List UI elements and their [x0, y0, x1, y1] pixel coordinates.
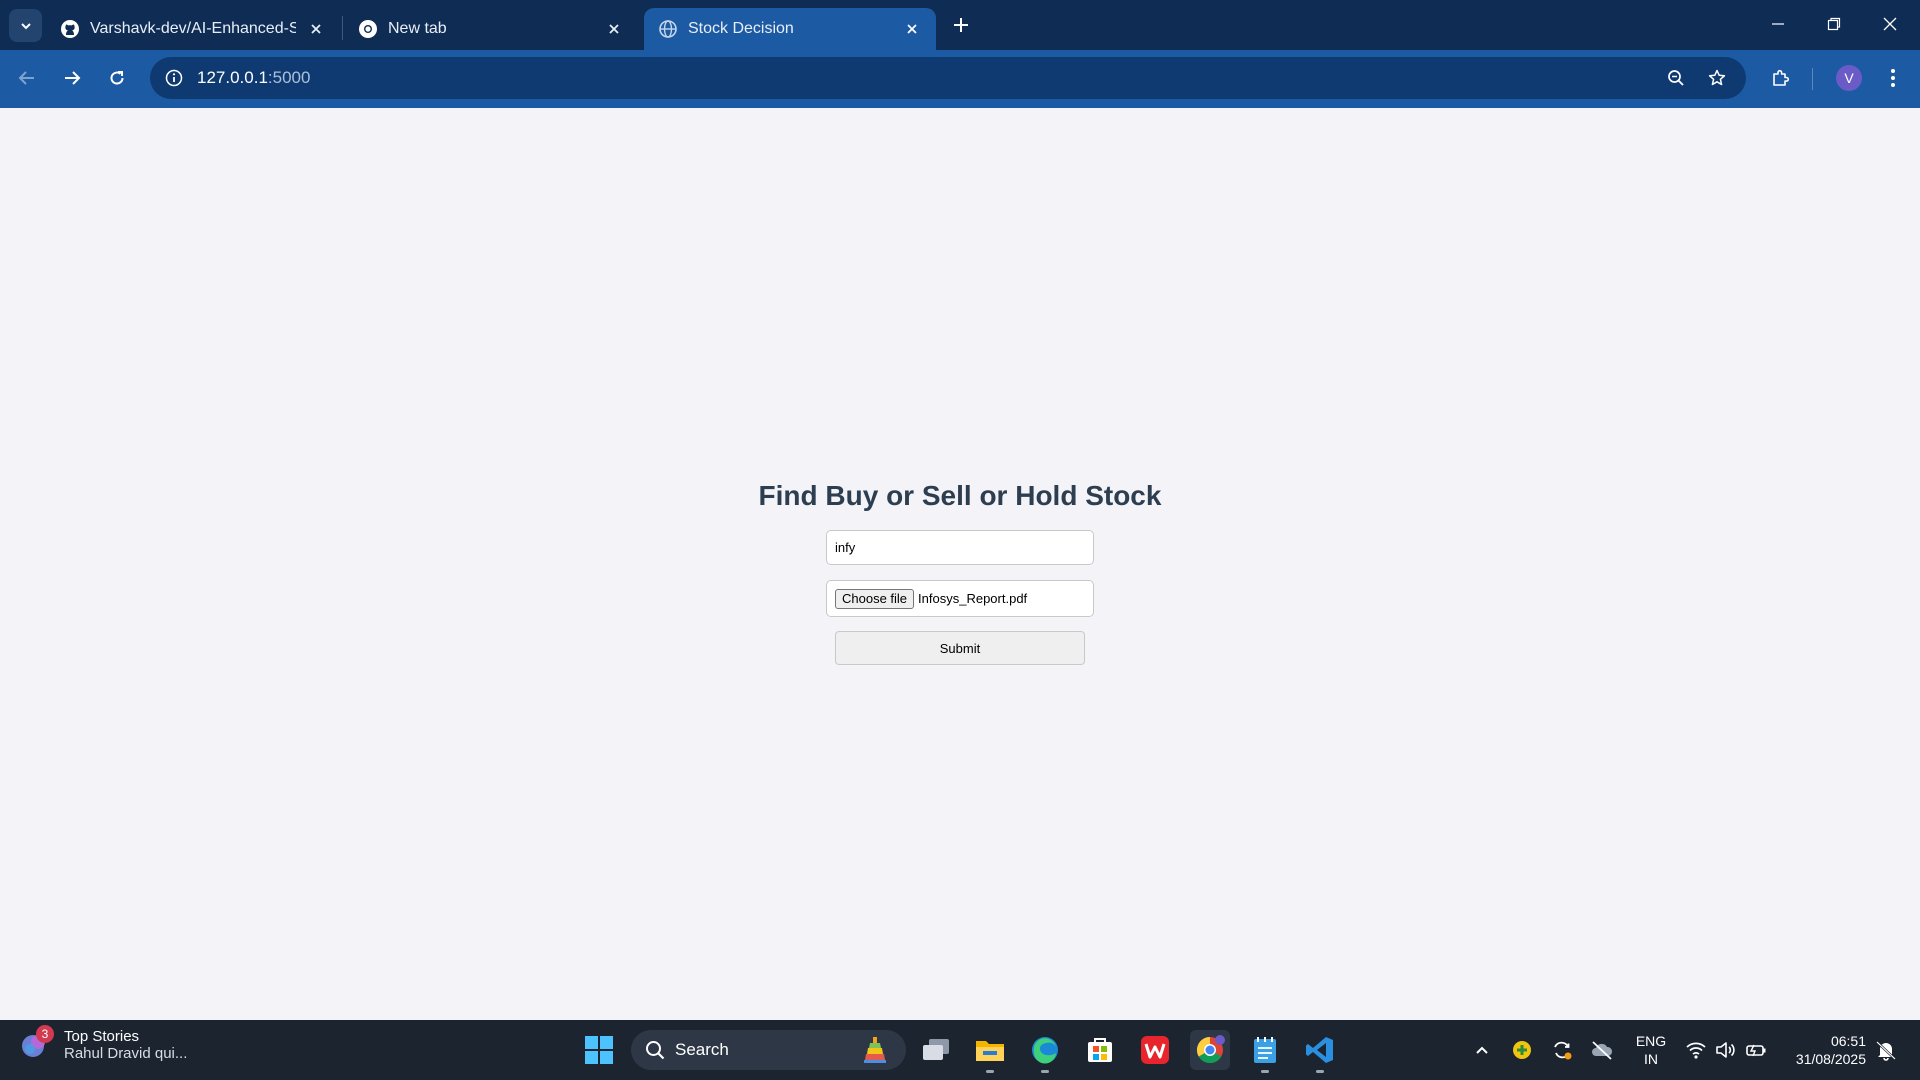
tab-stock-decision[interactable]: Stock Decision — [644, 8, 936, 50]
microsoft-store-button[interactable] — [1080, 1030, 1120, 1070]
tab-new-tab[interactable]: New tab — [344, 8, 638, 50]
language-code: ENG — [1635, 1033, 1667, 1049]
site-info-icon[interactable] — [160, 64, 188, 92]
tab-title: Varshavk-dev/AI-Enhanced-Stock — [90, 20, 296, 37]
minimize-button[interactable] — [1750, 0, 1806, 48]
browser-toolbar: 127.0.0.1:5000 V — [0, 50, 1920, 108]
region-code: IN — [1644, 1051, 1658, 1067]
search-label: Search — [675, 1040, 729, 1059]
vs-code-button[interactable] — [1300, 1030, 1340, 1073]
tab-separator — [342, 16, 343, 40]
tab-title: New tab — [388, 20, 447, 37]
reload-icon — [110, 71, 124, 85]
search-icon — [646, 1041, 665, 1060]
menu-button[interactable] — [1876, 61, 1910, 95]
windows-logo-icon — [585, 1036, 613, 1064]
chrome-icon — [1196, 1035, 1225, 1064]
forward-arrow-icon — [65, 71, 81, 85]
back-arrow-icon — [18, 71, 34, 85]
task-view-button[interactable] — [916, 1030, 956, 1070]
page-content: Find Buy or Sell or Hold Stock Choose fi… — [0, 108, 1920, 1020]
restore-button[interactable] — [1806, 0, 1862, 48]
address-bar[interactable]: 127.0.0.1:5000 — [150, 57, 1746, 99]
show-hidden-icons-button[interactable] — [1470, 1038, 1494, 1062]
toolbar-separator — [1812, 68, 1813, 90]
globe-icon — [658, 19, 678, 39]
reload-button[interactable] — [100, 61, 134, 95]
profile-avatar[interactable]: V — [1836, 65, 1862, 91]
vscode-icon — [1306, 1037, 1333, 1063]
task-view-icon — [923, 1039, 949, 1060]
chrome-icon — [358, 19, 378, 39]
report-file-input[interactable]: Choose file Infosys_Report.pdf — [826, 580, 1094, 617]
choose-file-button[interactable]: Choose file — [835, 588, 915, 609]
start-button[interactable] — [579, 1030, 619, 1070]
notepad-icon — [1254, 1037, 1276, 1063]
more-vertical-icon — [1891, 69, 1895, 87]
page-title: Find Buy or Sell or Hold Stock — [758, 480, 1162, 511]
taskbar-search[interactable]: Search — [631, 1030, 906, 1070]
github-icon — [60, 19, 80, 39]
back-button[interactable] — [10, 61, 44, 95]
extensions-button[interactable] — [1764, 61, 1798, 95]
language-indicator[interactable]: ENG IN — [1634, 1032, 1668, 1068]
puzzle-icon — [1773, 69, 1790, 86]
chevron-down-icon — [20, 22, 31, 29]
edge-icon — [1032, 1037, 1058, 1064]
tab-github[interactable]: Varshavk-dev/AI-Enhanced-Stock — [46, 8, 340, 50]
forward-button[interactable] — [55, 61, 89, 95]
close-icon[interactable] — [604, 19, 624, 39]
plus-icon — [954, 18, 968, 32]
close-icon[interactable] — [306, 19, 326, 39]
volume-icon[interactable] — [1714, 1038, 1738, 1062]
wifi-icon[interactable] — [1684, 1038, 1708, 1062]
system-clock[interactable]: 06:51 31/08/2025 — [1780, 1032, 1866, 1068]
tab-search-button[interactable] — [9, 9, 42, 42]
file-explorer-button[interactable] — [970, 1030, 1010, 1073]
wps-icon — [1141, 1036, 1169, 1064]
close-window-button[interactable] — [1862, 0, 1918, 48]
notepad-button[interactable] — [1245, 1030, 1285, 1073]
search-highlight-icon — [864, 1037, 886, 1063]
clock-date: 31/08/2025 — [1795, 1051, 1866, 1067]
sync-status-icon[interactable] — [1550, 1038, 1574, 1062]
battery-icon[interactable] — [1744, 1038, 1768, 1062]
bookmark-star-icon[interactable] — [1703, 64, 1731, 92]
news-headline: Rahul Dravid qui... — [64, 1045, 188, 1062]
new-tab-button[interactable] — [948, 12, 974, 38]
wps-office-button[interactable] — [1135, 1030, 1175, 1070]
folder-icon — [976, 1041, 1004, 1061]
plus-badge-icon — [1513, 1041, 1531, 1059]
store-icon — [1088, 1038, 1112, 1062]
tab-strip: Varshavk-dev/AI-Enhanced-Stock New tab S… — [0, 0, 1920, 50]
url-port: :5000 — [267, 68, 311, 87]
url-text: 127.0.0.1:5000 — [197, 68, 310, 88]
url-host: 127.0.0.1 — [197, 68, 268, 87]
taskbar: 3 Top Stories Rahul Dravid qui... Search — [0, 1020, 1920, 1080]
news-text: Top Stories Rahul Dravid qui... — [64, 1028, 187, 1062]
news-widget-icon: 3 — [20, 1025, 54, 1061]
onedrive-offline-icon[interactable] — [1590, 1038, 1614, 1062]
stock-ticker-input[interactable] — [826, 530, 1094, 565]
chrome-button[interactable] — [1190, 1030, 1230, 1070]
tab-title: Stock Decision — [688, 20, 794, 37]
close-icon — [1883, 17, 1897, 31]
zoom-icon[interactable] — [1662, 64, 1690, 92]
news-badge: 3 — [36, 1025, 54, 1043]
news-widget[interactable]: 3 Top Stories Rahul Dravid qui... — [20, 1025, 187, 1062]
clock-time: 06:51 — [1830, 1033, 1866, 1049]
news-title: Top Stories — [64, 1028, 140, 1045]
tray-app-icon[interactable] — [1510, 1038, 1534, 1062]
edge-button[interactable] — [1025, 1030, 1065, 1073]
restore-icon — [1827, 17, 1841, 31]
notifications-bell-icon[interactable] — [1874, 1038, 1898, 1062]
submit-button[interactable]: Submit — [835, 631, 1085, 665]
minimize-icon — [1772, 23, 1784, 25]
close-icon[interactable] — [902, 19, 922, 39]
selected-file-name: Infosys_Report.pdf — [918, 591, 1028, 606]
chevron-up-icon — [1476, 1046, 1488, 1054]
